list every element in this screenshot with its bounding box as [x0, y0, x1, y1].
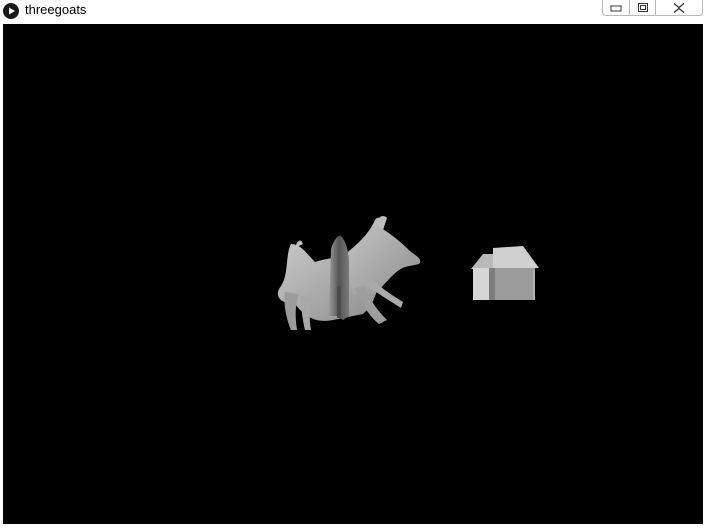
play-icon	[3, 3, 19, 19]
close-icon	[673, 2, 685, 13]
window-title: threegoats	[25, 2, 87, 17]
house-model[interactable]	[471, 246, 539, 300]
maximize-button[interactable]	[630, 0, 656, 16]
minimize-icon	[610, 5, 622, 11]
scene-view	[277, 216, 539, 330]
window-controls	[602, 0, 704, 17]
goat-model[interactable]	[277, 216, 421, 330]
minimize-button[interactable]	[602, 0, 630, 16]
maximize-icon	[637, 2, 648, 12]
title-bar[interactable]: threegoats	[0, 0, 706, 22]
close-button[interactable]	[656, 0, 703, 16]
app-window: threegoats	[0, 0, 706, 528]
render-canvas[interactable]	[3, 24, 703, 524]
